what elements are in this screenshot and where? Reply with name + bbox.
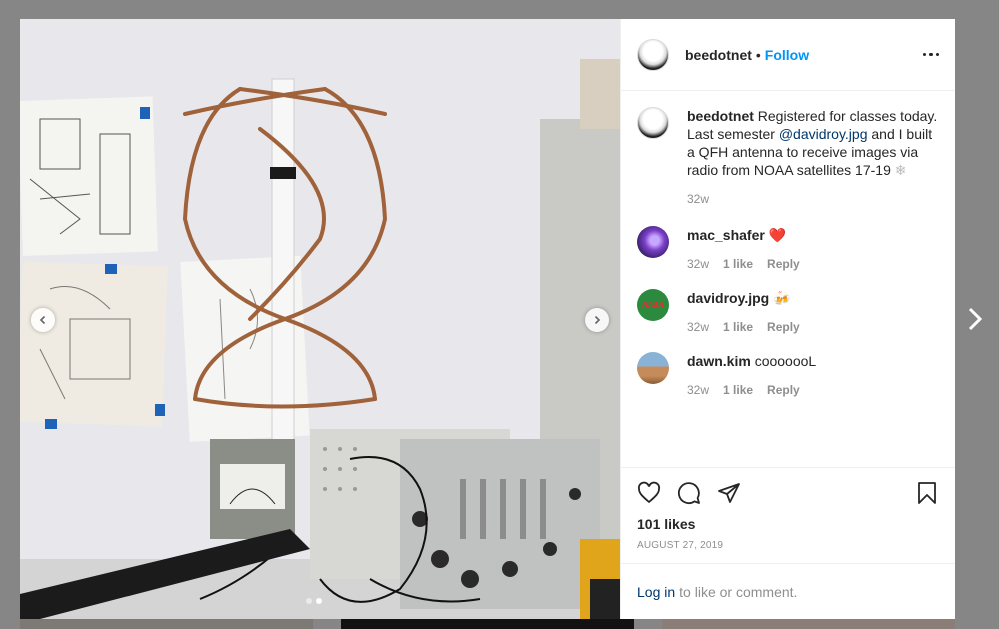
avatar[interactable] bbox=[637, 226, 669, 258]
comments-list: beedotnet Registered for classes today. … bbox=[621, 91, 955, 467]
caption-text: beedotnet Registered for classes today. … bbox=[687, 107, 939, 179]
comment-likes[interactable]: 1 like bbox=[723, 255, 753, 273]
avatar[interactable] bbox=[637, 352, 669, 384]
comment-item: NASA davidroy.jpg 🍻 32w 1 like Reply bbox=[637, 289, 939, 336]
chevron-right-icon bbox=[594, 315, 601, 325]
background-feed-strip bbox=[20, 619, 955, 629]
post-author-username[interactable]: beedotnet bbox=[685, 47, 752, 63]
carousel-indicator bbox=[306, 598, 322, 604]
feed-thumbnail bbox=[662, 619, 955, 629]
carousel-dot-active bbox=[316, 598, 322, 604]
reply-button[interactable]: Reply bbox=[767, 255, 800, 273]
chevron-left-icon bbox=[39, 315, 46, 325]
send-icon[interactable] bbox=[717, 481, 741, 505]
reply-button[interactable]: Reply bbox=[767, 318, 800, 336]
comment-item: dawn.kim cooooooL 32w 1 like Reply bbox=[637, 352, 939, 399]
comment-likes[interactable]: 1 like bbox=[723, 381, 753, 399]
likes-count[interactable]: 101 likes bbox=[637, 516, 939, 532]
comment-timestamp[interactable]: 32w bbox=[687, 318, 709, 336]
post-caption: beedotnet Registered for classes today. … bbox=[637, 107, 939, 208]
post-header: beedotnet • Follow bbox=[621, 19, 955, 91]
more-options-icon[interactable] bbox=[922, 52, 939, 57]
avatar[interactable] bbox=[637, 38, 669, 71]
post-side-panel: beedotnet • Follow beedotnet Registered … bbox=[620, 19, 955, 619]
comment-text: cooooooL bbox=[754, 353, 817, 369]
login-prompt: Log in to like or comment. bbox=[621, 563, 955, 619]
avatar[interactable] bbox=[637, 107, 669, 139]
beers-emoji: 🍻 bbox=[773, 290, 791, 306]
carousel-dot bbox=[306, 598, 312, 604]
next-post-chevron-icon[interactable] bbox=[963, 305, 987, 333]
carousel-next-button[interactable] bbox=[585, 308, 609, 332]
avatar-logo-text: NASA bbox=[642, 301, 664, 309]
post-actions: 101 likes AUGUST 27, 2019 bbox=[621, 467, 955, 551]
separator-dot: • bbox=[755, 46, 761, 63]
antenna-photo-illustration bbox=[20, 19, 620, 619]
post-date[interactable]: AUGUST 27, 2019 bbox=[637, 540, 939, 551]
feed-thumbnail bbox=[20, 619, 313, 629]
heart-icon[interactable] bbox=[637, 481, 661, 505]
login-prompt-text: to like or comment. bbox=[679, 583, 798, 600]
comment-username[interactable]: mac_shafer bbox=[687, 227, 765, 243]
post-photo bbox=[20, 19, 620, 619]
follow-button[interactable]: Follow bbox=[765, 47, 809, 63]
comment-icon[interactable] bbox=[677, 481, 701, 505]
comment-username[interactable]: dawn.kim bbox=[687, 353, 751, 369]
comment-timestamp[interactable]: 32w bbox=[687, 381, 709, 399]
caption-username[interactable]: beedotnet bbox=[687, 108, 754, 124]
caption-timestamp[interactable]: 32w bbox=[687, 190, 709, 208]
snowflake-icon: ❄ bbox=[894, 162, 907, 178]
carousel-prev-button[interactable] bbox=[31, 308, 55, 332]
comment-timestamp[interactable]: 32w bbox=[687, 255, 709, 273]
feed-thumbnail bbox=[341, 619, 634, 629]
reply-button[interactable]: Reply bbox=[767, 381, 800, 399]
caption-mention-link[interactable]: @davidroy.jpg bbox=[779, 126, 868, 142]
comment-likes[interactable]: 1 like bbox=[723, 318, 753, 336]
comment-username[interactable]: davidroy.jpg bbox=[687, 290, 769, 306]
avatar[interactable]: NASA bbox=[637, 289, 669, 321]
login-link[interactable]: Log in bbox=[637, 584, 675, 600]
bookmark-icon[interactable] bbox=[915, 481, 939, 505]
heart-emoji: ❤️ bbox=[768, 227, 787, 243]
comment-item: mac_shafer ❤️ 32w 1 like Reply bbox=[637, 226, 939, 273]
post-modal: beedotnet • Follow beedotnet Registered … bbox=[20, 19, 955, 619]
